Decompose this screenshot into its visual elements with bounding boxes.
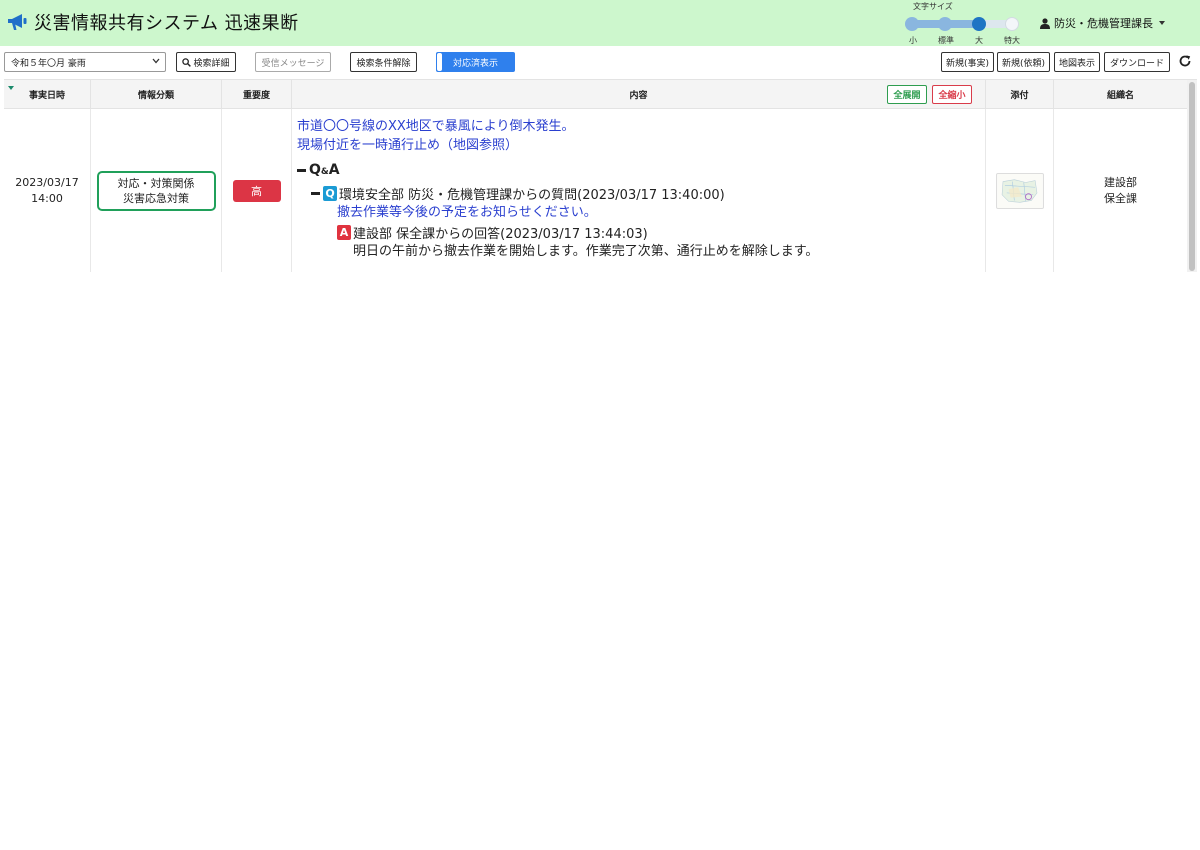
font-size-track[interactable] — [905, 17, 1019, 31]
search-detail-button[interactable]: 検索詳細 — [176, 52, 236, 72]
search-icon — [182, 57, 192, 67]
category-main: 対応・対策関係 — [117, 177, 195, 190]
new-request-label: 新規(依頼) — [1001, 58, 1046, 69]
table-header: 事実日時 情報分類 重要度 内容 全展開 全縮小 添付 組織名 — [4, 80, 1187, 109]
vertical-scrollbar[interactable] — [1187, 80, 1197, 272]
cell-attachment — [986, 109, 1054, 272]
row-time: 14:00 — [31, 192, 63, 205]
app-title: 災害情報共有システム 迅速果断 — [6, 9, 299, 35]
font-size-xlarge-dot[interactable] — [1005, 17, 1019, 31]
question-icon: Q — [323, 185, 337, 201]
user-menu[interactable]: 防災・危機管理課長 — [1040, 14, 1165, 32]
toggle-knob — [437, 53, 442, 71]
org-section: 保全課 — [1104, 192, 1137, 205]
column-priority-label: 重要度 — [242, 91, 270, 101]
chevron-down-icon — [152, 58, 160, 64]
answer-header: 建設部 保全課からの回答(2023/03/17 13:44:03) — [353, 227, 648, 242]
new-fact-button[interactable]: 新規(事実) — [941, 52, 994, 72]
font-size-standard-label: 標準 — [938, 36, 954, 45]
event-select[interactable]: 令和５年〇月 豪雨 — [4, 52, 166, 72]
column-content-label: 内容 — [629, 91, 648, 101]
info-table: 事実日時 情報分類 重要度 内容 全展開 全縮小 添付 組織名 2023/03/… — [4, 79, 1197, 272]
cell-content: 市道〇〇号線のXX地区で暴風により倒木発生。 現場付近を一時通行止め（地図参照）… — [292, 109, 986, 272]
category-sub: 災害応急対策 — [123, 192, 189, 205]
qa-amp: & — [320, 167, 329, 177]
font-size-xlarge-label: 特大 — [1004, 36, 1020, 45]
column-category-label: 情報分類 — [137, 91, 174, 101]
font-size-standard-dot[interactable] — [938, 17, 953, 31]
cell-organization: 建設部 保全課 — [1054, 109, 1187, 272]
question-toggle[interactable]: Q 環境安全部 防災・危機管理課からの質問(2023/03/17 13:40:0… — [311, 183, 985, 203]
new-fact-label: 新規(事実) — [945, 58, 990, 69]
search-detail-label: 検索詳細 — [193, 58, 230, 69]
content-line-2[interactable]: 現場付近を一時通行止め（地図参照） — [297, 136, 985, 155]
font-size-slider[interactable]: 文字サイズ 小 標準 大 特大 — [900, 0, 1030, 46]
question-header: 環境安全部 防災・危機管理課からの質問(2023/03/17 13:40:00) — [339, 187, 725, 203]
column-datetime-label: 事実日時 — [28, 91, 65, 101]
question-body: 撤去作業等今後の予定をお知らせください。 — [337, 205, 597, 220]
font-size-large-dot[interactable] — [971, 17, 986, 31]
column-organization-label: 組織名 — [1106, 91, 1134, 101]
chevron-down-icon — [1159, 21, 1165, 25]
app-header: 災害情報共有システム 迅速果断 文字サイズ 小 標準 大 特大 防災・危機管理課… — [0, 0, 1200, 46]
column-header-priority[interactable]: 重要度 — [222, 80, 292, 109]
priority-badge: 高 — [232, 180, 281, 202]
qa-a: A — [328, 162, 340, 178]
map-thumbnail[interactable] — [995, 173, 1044, 209]
map-view-label: 地図表示 — [1058, 58, 1095, 69]
font-size-small-dot[interactable] — [905, 17, 919, 31]
column-header-category[interactable]: 情報分類 — [91, 80, 222, 109]
content-line-1[interactable]: 市道〇〇号線のXX地区で暴風により倒木発生。 — [297, 117, 985, 136]
user-name: 防災・危機管理課長 — [1054, 17, 1153, 30]
toolbar: 令和５年〇月 豪雨 検索詳細 受信メッセージ 検索条件解除 対応済表示 新規(事… — [0, 46, 1200, 80]
cell-datetime: 2023/03/17 14:00 — [4, 109, 91, 272]
priority-label: 高 — [251, 185, 262, 198]
cell-priority: 高 — [222, 109, 292, 272]
font-size-label: 文字サイズ — [913, 2, 953, 11]
qa-section-toggle[interactable]: Q&A — [297, 160, 985, 180]
person-icon — [1040, 17, 1050, 29]
table-row[interactable]: 2023/03/17 14:00 対応・対策関係 災害応急対策 高 市道〇〇号線… — [4, 109, 1187, 272]
collapse-minus-icon — [311, 191, 320, 195]
sort-desc-icon — [8, 86, 14, 90]
collapse-all-button[interactable]: 全縮小 — [932, 85, 972, 104]
column-header-organization[interactable]: 組織名 — [1054, 80, 1187, 109]
show-resolved-label: 対応済表示 — [452, 58, 498, 69]
event-select-value: 令和５年〇月 豪雨 — [11, 59, 86, 69]
clear-conditions-button[interactable]: 検索条件解除 — [350, 52, 417, 72]
answer-icon: A — [337, 225, 351, 240]
column-header-attachment[interactable]: 添付 — [986, 80, 1054, 109]
category-box: 対応・対策関係 災害応急対策 — [96, 171, 216, 211]
show-resolved-toggle[interactable]: 対応済表示 — [436, 52, 515, 72]
megaphone-icon — [8, 14, 27, 30]
answer-body: 明日の午前から撤去作業を開始します。作業完了次第、通行止めを解除します。 — [353, 244, 819, 259]
column-attachment-label: 添付 — [1010, 91, 1029, 101]
refresh-icon[interactable] — [1178, 54, 1192, 68]
expand-all-button[interactable]: 全展開 — [887, 85, 927, 104]
row-date: 2023/03/17 — [15, 176, 79, 189]
scrollbar-thumb[interactable] — [1189, 82, 1195, 271]
org-department: 建設部 — [1104, 176, 1137, 189]
expand-all-label: 全展開 — [893, 91, 921, 101]
font-size-small-label: 小 — [909, 36, 917, 45]
column-header-datetime[interactable]: 事実日時 — [4, 80, 91, 109]
received-messages-label: 受信メッセージ — [261, 58, 325, 69]
answer-header-line: A 建設部 保全課からの回答(2023/03/17 13:44:03) — [337, 223, 985, 242]
clear-conditions-label: 検索条件解除 — [356, 58, 411, 69]
map-view-button[interactable]: 地図表示 — [1054, 52, 1100, 72]
new-request-button[interactable]: 新規(依頼) — [997, 52, 1050, 72]
received-messages-button[interactable]: 受信メッセージ — [255, 52, 331, 72]
column-header-content[interactable]: 内容 全展開 全縮小 — [292, 80, 986, 109]
download-label: ダウンロード — [1109, 58, 1164, 69]
qa-heading: Q&A — [309, 162, 340, 178]
font-size-large-label: 大 — [975, 36, 983, 45]
collapse-all-label: 全縮小 — [938, 91, 966, 101]
qa-q: Q — [309, 162, 321, 178]
app-title-text: 災害情報共有システム 迅速果断 — [34, 13, 299, 34]
download-button[interactable]: ダウンロード — [1104, 52, 1170, 72]
collapse-minus-icon — [297, 168, 306, 172]
cell-category: 対応・対策関係 災害応急対策 — [91, 109, 222, 272]
